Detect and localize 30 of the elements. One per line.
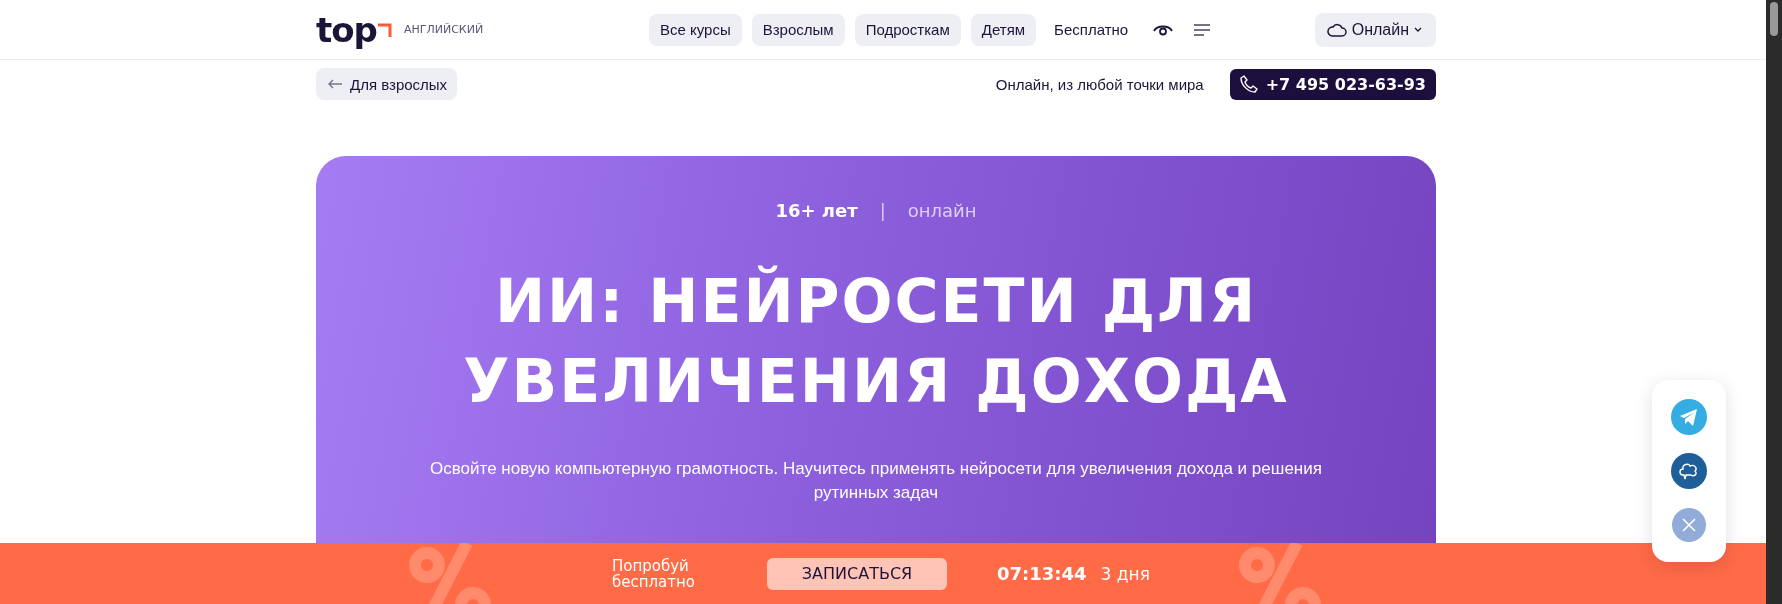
arrow-left-icon bbox=[328, 79, 342, 89]
nav-link[interactable]: Бесплатно bbox=[1054, 21, 1129, 38]
signup-button[interactable]: ЗАПИСАТЬСЯ bbox=[767, 557, 947, 590]
logo-corner-icon bbox=[377, 22, 392, 37]
separator: | bbox=[879, 200, 886, 221]
back-link[interactable]: Для взрослых bbox=[316, 68, 458, 100]
days-left: 3 дня bbox=[1100, 563, 1150, 584]
location-dropdown[interactable]: Онлайн bbox=[1314, 12, 1436, 47]
location-note: Онлайн, из любой точки мира bbox=[995, 75, 1204, 93]
chevron-down-icon bbox=[1414, 27, 1422, 32]
phone-button[interactable]: +7 495 023-63-93 bbox=[1229, 68, 1436, 100]
telegram-plane-icon[interactable] bbox=[1671, 399, 1707, 435]
age-label: 16+ лет bbox=[775, 200, 858, 221]
cloud-icon bbox=[1326, 22, 1347, 37]
course-title: ИИ: НЕЙРОСЕТИ ДЛЯ УВЕЛИЧЕНИЯ ДОХОДА bbox=[462, 264, 1290, 418]
phone-icon bbox=[1239, 75, 1258, 93]
nav-tab[interactable]: Взрослым bbox=[751, 13, 845, 46]
scrollbar-thumb[interactable] bbox=[1770, 2, 1778, 36]
nav-tab[interactable]: Детям bbox=[970, 13, 1037, 46]
menu-icon[interactable] bbox=[1194, 23, 1211, 36]
scrollbar[interactable] bbox=[1766, 0, 1782, 604]
logo-wordmark[interactable]: top bbox=[316, 12, 377, 47]
logo-subtitle: АНГЛИЙСКИЙ bbox=[403, 23, 484, 36]
nav-tab[interactable]: Все курсы bbox=[649, 13, 742, 46]
nav-tab[interactable]: Подросткам bbox=[854, 13, 961, 46]
course-description: Освойте новую компьютерную грамотность. Научитесь применять нейросети для увеличения дохода и решения рутинных задач bbox=[429, 458, 1323, 504]
format-label: онлайн bbox=[907, 200, 977, 221]
chat-cloud-icon[interactable] bbox=[1671, 453, 1707, 489]
promo-label: Попробуй бесплатно bbox=[612, 557, 697, 590]
countdown-timer: 07:13:44 bbox=[997, 563, 1087, 584]
